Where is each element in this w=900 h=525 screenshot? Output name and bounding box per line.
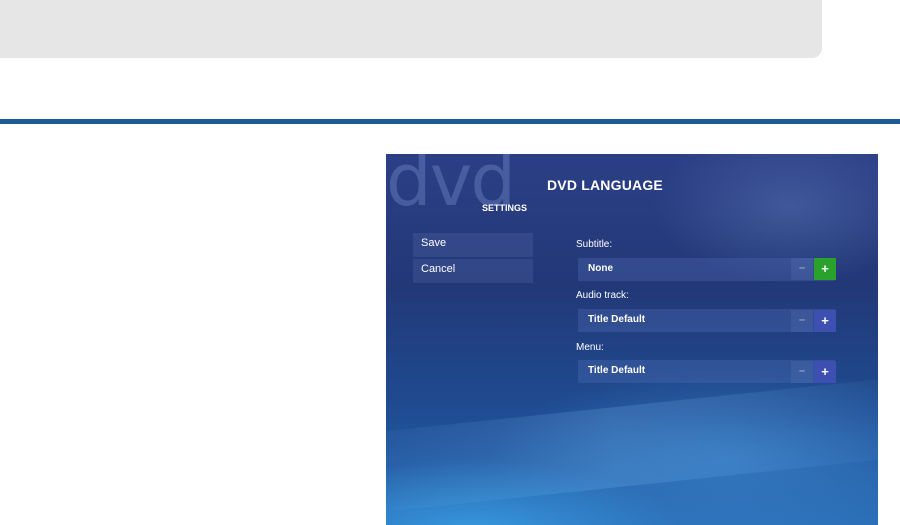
- page-title: DVD LANGUAGE: [547, 177, 663, 193]
- audio-track-label: Audio track:: [576, 290, 629, 301]
- page-subtitle: SETTINGS: [482, 203, 528, 213]
- menu-plus-button[interactable]: +: [814, 361, 836, 383]
- background-light-sweep: [386, 370, 878, 518]
- save-button[interactable]: Save: [413, 233, 533, 257]
- subtitle-plus-button[interactable]: +: [814, 258, 836, 280]
- audio-track-plus-button[interactable]: +: [814, 310, 836, 332]
- dvd-language-screen: dvd DVD LANGUAGE SETTINGS Save Cancel Su…: [386, 154, 878, 525]
- menu-minus-button[interactable]: –: [791, 361, 813, 383]
- subtitle-label: Subtitle:: [576, 239, 613, 250]
- menu-label: Menu:: [576, 342, 604, 353]
- subtitle-minus-button[interactable]: –: [791, 258, 813, 280]
- audio-track-minus-button[interactable]: –: [791, 310, 813, 332]
- divider-rule: [0, 119, 900, 124]
- top-banner: [0, 0, 822, 58]
- cancel-button[interactable]: Cancel: [413, 259, 533, 283]
